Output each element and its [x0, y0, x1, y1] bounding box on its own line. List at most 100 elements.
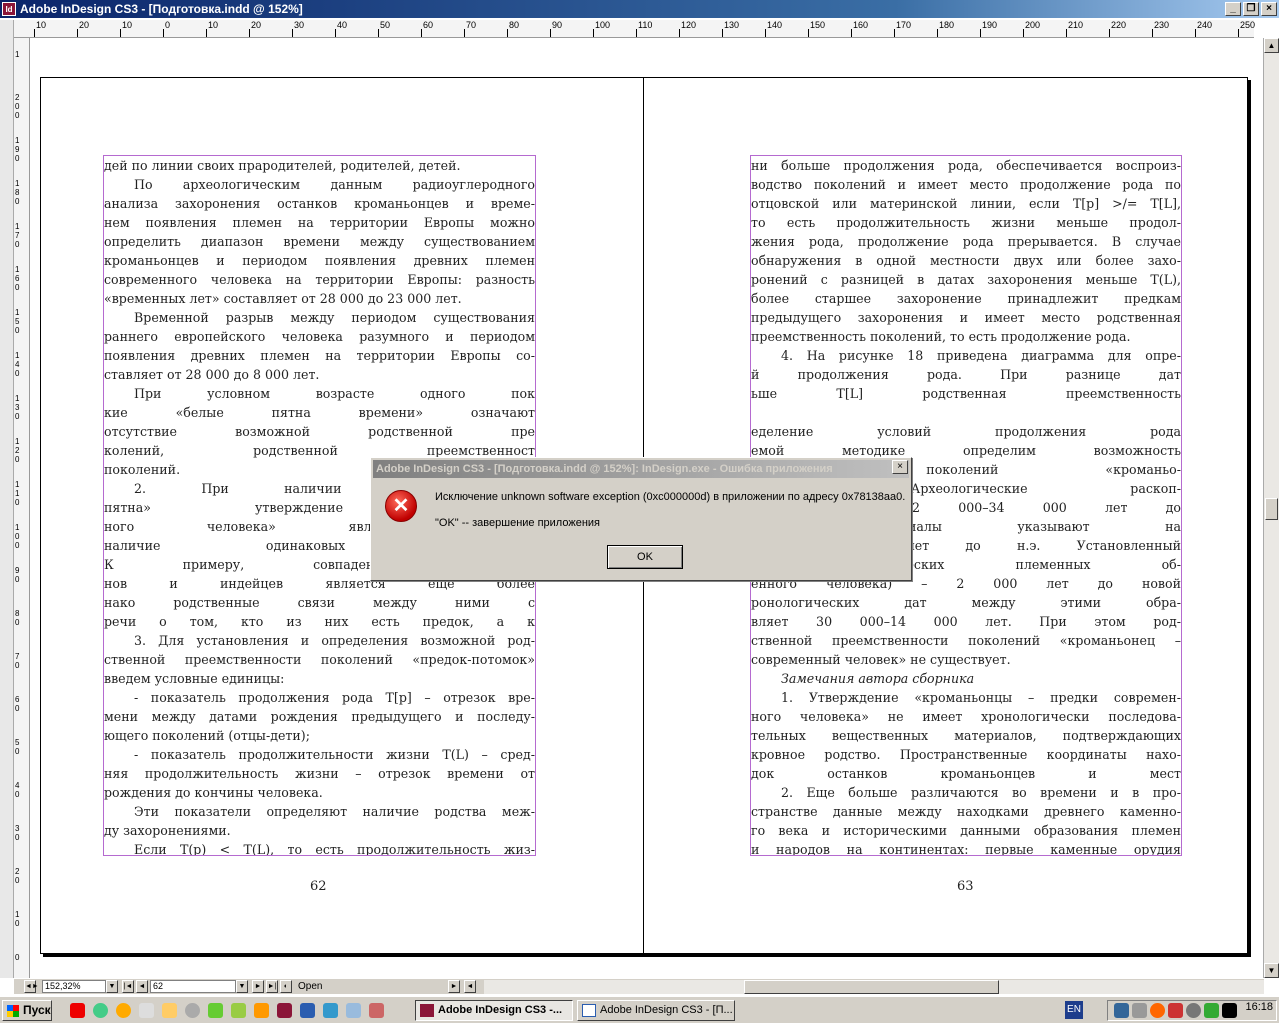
tool-icon[interactable]	[162, 1003, 177, 1018]
vertical-scroll-thumb[interactable]	[1265, 498, 1278, 520]
language-indicator[interactable]: EN	[1065, 1001, 1083, 1019]
status-menu-icon[interactable]: ►	[448, 980, 460, 993]
vertical-scrollbar[interactable]: ▲ ▼	[1263, 38, 1279, 978]
page-dropdown-icon[interactable]: ▼	[236, 980, 248, 993]
first-page-icon[interactable]: |◄	[122, 980, 134, 993]
ruler-label: 140	[767, 20, 783, 30]
text-line: вляет 30 000–14 000 лет. При этом род-	[751, 614, 1181, 629]
ruler-label: 10	[122, 20, 133, 30]
text-line: появления древних племен на территории Е…	[104, 348, 535, 363]
scroll-up-arrow-icon[interactable]: ▲	[1264, 38, 1279, 53]
illustrator-icon[interactable]	[254, 1003, 269, 1018]
ruler-tick	[378, 29, 379, 37]
text-line: По археологическим данным радиоуглеродно…	[134, 177, 535, 192]
ruler-tick	[980, 29, 981, 37]
ruler-tick	[249, 29, 250, 37]
chrome-icon[interactable]	[93, 1003, 108, 1018]
ok-button[interactable]: OK	[607, 545, 683, 569]
dialog-close-button[interactable]: ×	[892, 460, 908, 474]
preflight-icon[interactable]: ◐	[280, 980, 292, 993]
text-line: то есть продолжительность жизни меньше п…	[751, 215, 1181, 230]
error-dialog: Adobe InDesign CS3 - [Подготовка.indd @ …	[370, 457, 912, 581]
left-page-number: 62	[310, 879, 327, 894]
ruler-label: 1 7 0	[15, 222, 20, 249]
text-line: рождения до кончины человека.	[104, 785, 323, 800]
ruler-label: 180	[939, 20, 955, 30]
ruler-label: 120	[681, 20, 697, 30]
prev-page-icon[interactable]: ◄	[136, 980, 148, 993]
ruler-label: 20	[251, 20, 262, 30]
vertical-ruler[interactable]: 1 2 0 0 1 9 0 1 8 0 1 7 0 1 6 0 1 5 0 1 4 0 1 3 …	[14, 38, 30, 978]
tray-network-icon[interactable]	[1186, 1003, 1201, 1018]
text-line: 4. На рисунке 18 приведена диаграмма для…	[781, 348, 1181, 363]
ruler-label: 0	[165, 20, 171, 30]
ruler-tick	[292, 29, 293, 37]
start-button[interactable]: Пуск	[2, 1000, 52, 1021]
ruler-label: 60	[423, 20, 434, 30]
text-line: нем появления племен на территории Европ…	[104, 215, 535, 230]
browser-icon[interactable]	[116, 1003, 131, 1018]
ruler-tick	[120, 29, 121, 37]
ruler-label: 50	[380, 20, 391, 30]
app-icon[interactable]	[231, 1003, 246, 1018]
opera-icon[interactable]	[70, 1003, 85, 1018]
ruler-label: 190	[982, 20, 998, 30]
last-page-icon[interactable]: ►|	[266, 980, 278, 993]
taskbar-item-indesign-error[interactable]: Adobe InDesign CS3 - [П...	[577, 1000, 735, 1021]
document-statusbar: ◄► 152,32% ▼ |◄ ◄ 62 ▼ ► ►| ◐ Open ► ◄	[14, 978, 1264, 994]
view-toggle-icon[interactable]: ◄►	[24, 980, 39, 993]
ruler-tick	[851, 29, 852, 37]
next-page-icon[interactable]: ►	[252, 980, 264, 993]
notes-icon[interactable]	[346, 1003, 361, 1018]
window-title: Adobe InDesign CS3 - [Подготовка.indd @ …	[20, 2, 303, 16]
minimize-button[interactable]: _	[1225, 2, 1241, 16]
close-window-button[interactable]: ×	[1261, 2, 1277, 16]
zoom-dropdown-icon[interactable]: ▼	[106, 980, 118, 993]
ruler-label: 1	[15, 50, 20, 59]
volume-icon[interactable]	[1132, 1003, 1147, 1018]
tray-update-icon[interactable]	[1204, 1003, 1219, 1018]
horizontal-scroll-thumb[interactable]	[744, 980, 999, 994]
desktop-icon[interactable]	[139, 1003, 154, 1018]
scroll-down-arrow-icon[interactable]: ▼	[1264, 963, 1279, 978]
hscroll-left-icon[interactable]: ◄	[464, 980, 476, 993]
text-line: современного человека на территории Евро…	[104, 272, 535, 287]
document-icon[interactable]	[369, 1003, 384, 1018]
text-line: ьше T[L] родственная преемственность	[751, 386, 1181, 401]
text-line: предыдущего захоронения и имеет место ро…	[751, 310, 1181, 325]
ruler-label: 20	[79, 20, 90, 30]
tray-pen-icon[interactable]	[1114, 1003, 1129, 1018]
text-line: Эти показатели определяют наличие родств…	[134, 804, 535, 819]
media-icon[interactable]	[185, 1003, 200, 1018]
task-label: Adobe InDesign CS3 -...	[438, 1004, 563, 1016]
text-line: 3. Для установления и определения возмож…	[134, 633, 535, 648]
ruler-tick	[34, 29, 35, 37]
indesign-icon[interactable]	[277, 1003, 292, 1018]
text-line	[751, 403, 1181, 422]
ruler-label: 40	[337, 20, 348, 30]
tray-app-icon[interactable]	[1150, 1003, 1165, 1018]
tray-monitor-icon[interactable]	[1222, 1003, 1237, 1018]
text-line: ронологических дат между этими обра-	[751, 595, 1181, 610]
ruler-label: 4 0	[15, 781, 20, 799]
indesign-app-icon[interactable]: Id	[2, 2, 16, 16]
text-line: мени между датами рождения предыдущего и…	[104, 709, 535, 724]
ruler-tick	[1023, 29, 1024, 37]
explorer-icon[interactable]	[323, 1003, 338, 1018]
text-line: Если T(p) < T(L), то есть продолжительно…	[134, 842, 535, 856]
horizontal-scrollbar[interactable]	[484, 980, 1264, 994]
zoom-field[interactable]: 152,32%	[42, 980, 106, 993]
tray-security-icon[interactable]	[1168, 1003, 1183, 1018]
utility-icon[interactable]	[208, 1003, 223, 1018]
text-line: преемственность поколений, то есть продо…	[751, 329, 1131, 344]
taskbar-item-indesign[interactable]: Adobe InDesign CS3 -...	[415, 1000, 573, 1021]
dialog-title: Adobe InDesign CS3 - [Подготовка.indd @ …	[373, 460, 909, 478]
horizontal-ruler[interactable]: 10 20 10 0 10 20 30 40 50 60 70 80 90 100 110 120 130 140…	[14, 20, 1255, 38]
restore-button[interactable]: ❐	[1243, 2, 1259, 16]
text-line: го века и историческими данными образова…	[751, 823, 1181, 838]
ruler-label: 100	[595, 20, 611, 30]
text-line: нако родственные связи между ними с	[104, 595, 535, 610]
page-field[interactable]: 62	[150, 980, 236, 993]
windows-taskbar: Пуск Adobe InDesign CS3 -... Adobe InDes…	[0, 996, 1279, 1023]
photoshop-icon[interactable]	[300, 1003, 315, 1018]
